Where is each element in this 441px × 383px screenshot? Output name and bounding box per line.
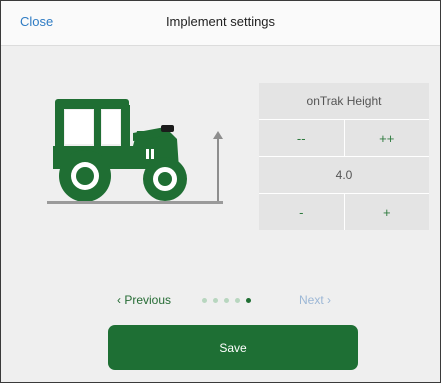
fine-adjust-row: - + — [259, 194, 429, 230]
page-dot — [213, 298, 218, 303]
ground-line — [47, 201, 223, 204]
height-value: 4.0 — [335, 168, 353, 182]
ontrak-height-panel: onTrak Height -- ++ 4.0 - + — [259, 83, 429, 230]
fine-increase-button[interactable]: + — [343, 194, 430, 230]
fine-decrease-button[interactable]: - — [259, 194, 344, 230]
save-button[interactable]: Save — [108, 325, 358, 370]
page-dot — [202, 298, 207, 303]
pager: ‹ Previous Next › — [1, 291, 440, 311]
coarse-decrease-button[interactable]: -- — [259, 120, 344, 156]
next-button[interactable]: Next › — [299, 293, 331, 307]
page-dot-active — [246, 298, 251, 303]
value-row: 4.0 — [259, 157, 429, 194]
previous-button[interactable]: ‹ Previous — [117, 293, 171, 307]
height-arrow-icon — [213, 131, 223, 201]
coarse-increase-button[interactable]: ++ — [343, 120, 430, 156]
panel-title: onTrak Height — [306, 94, 382, 108]
coarse-adjust-row: -- ++ — [259, 120, 429, 157]
page-dot — [224, 298, 229, 303]
page-title: Implement settings — [165, 14, 276, 29]
page-dot — [235, 298, 240, 303]
page-indicator — [202, 298, 251, 303]
header-bar: Close Implement settings — [1, 1, 440, 46]
tractor-icon — [53, 99, 187, 201]
panel-title-row: onTrak Height — [259, 83, 429, 120]
implement-settings-screen: Close Implement settings onTrak Height -… — [0, 0, 441, 383]
